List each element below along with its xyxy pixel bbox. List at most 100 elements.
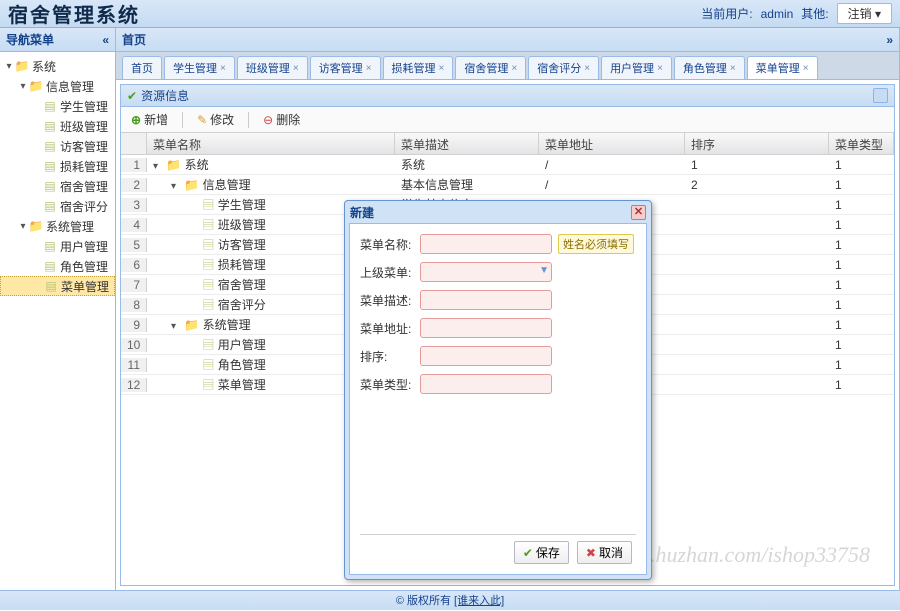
tree-node[interactable]: ▤宿舍管理: [0, 176, 115, 196]
tree-node[interactable]: ▤菜单管理: [0, 276, 115, 296]
tab-close-icon[interactable]: ×: [657, 63, 663, 74]
tree-node[interactable]: ▤宿舍评分: [0, 196, 115, 216]
logout-button[interactable]: 注销 ▾: [837, 3, 892, 24]
input-menu-addr[interactable]: [420, 318, 552, 338]
tab[interactable]: 菜单管理×: [747, 56, 818, 79]
row-toggle-icon[interactable]: ▾: [171, 321, 181, 332]
row-toggle-icon[interactable]: ▾: [153, 161, 163, 172]
tab[interactable]: 角色管理×: [674, 56, 745, 79]
row-number: 3: [121, 198, 147, 212]
app-title: 宿舍管理系统: [8, 0, 140, 28]
tree-label: 菜单管理: [59, 278, 109, 295]
file-icon: ▤: [202, 278, 214, 292]
tree-label: 信息管理: [44, 78, 94, 95]
file-icon: ▤: [202, 238, 214, 252]
tree-label: 系统: [30, 58, 56, 75]
file-icon: ▤: [202, 378, 214, 392]
row-number: 12: [121, 378, 147, 392]
combo-parent-menu[interactable]: [420, 262, 552, 282]
dialog-header[interactable]: 新建 ✕: [345, 201, 651, 223]
col-desc[interactable]: 菜单描述: [395, 133, 539, 154]
footer-link[interactable]: [谁来入此]: [454, 595, 504, 607]
tab-close-icon[interactable]: ×: [293, 63, 299, 74]
new-dialog: 新建 ✕ 菜单名称: 姓名必须填写 上级菜单: ▼ 菜单描述: 菜单地址: 排序…: [344, 200, 652, 580]
tab[interactable]: 宿舍评分×: [528, 56, 599, 79]
tab-label: 宿舍管理: [464, 60, 508, 76]
tab-close-icon[interactable]: ×: [439, 63, 445, 74]
tab-close-icon[interactable]: ×: [366, 63, 372, 74]
file-icon: ▤: [202, 298, 214, 312]
tab[interactable]: 宿舍管理×: [455, 56, 526, 79]
tab[interactable]: 访客管理×: [310, 56, 381, 79]
file-icon: ▤: [202, 258, 214, 272]
col-addr[interactable]: 菜单地址: [539, 133, 685, 154]
tree-toggle-icon[interactable]: ▾: [4, 61, 14, 72]
row-number: 8: [121, 298, 147, 312]
footer: © 版权所有 [谁来入此]: [0, 590, 900, 610]
tree-node[interactable]: ▾📁信息管理: [0, 76, 115, 96]
tree-node[interactable]: ▤访客管理: [0, 136, 115, 156]
tree-toggle-icon[interactable]: ▾: [18, 81, 28, 92]
header-right: 当前用户: admin 其他: 注销 ▾: [701, 3, 892, 24]
tab-close-icon[interactable]: ×: [584, 63, 590, 74]
nav-panel: 导航菜单 « ▾📁系统▾📁信息管理▤学生管理▤班级管理▤访客管理▤损耗管理▤宿舍…: [0, 28, 116, 590]
tab[interactable]: 班级管理×: [237, 56, 308, 79]
tree-label: 宿舍管理: [58, 178, 108, 195]
tab-close-icon[interactable]: ×: [511, 63, 517, 74]
row-number: 1: [121, 158, 147, 172]
row-number: 5: [121, 238, 147, 252]
tab-close-icon[interactable]: ×: [730, 63, 736, 74]
cancel-button[interactable]: ✖取消: [577, 541, 632, 564]
tab[interactable]: 用户管理×: [601, 56, 672, 79]
label-parent: 上级菜单:: [360, 264, 420, 281]
tab[interactable]: 首页: [122, 56, 162, 79]
delete-button[interactable]: ⊖删除: [259, 109, 304, 130]
file-icon: ▤: [42, 159, 58, 173]
tree-node[interactable]: ▤班级管理: [0, 116, 115, 136]
tree-node[interactable]: ▾📁系统: [0, 56, 115, 76]
row-toggle-icon[interactable]: ▾: [171, 181, 181, 192]
nav-tree: ▾📁系统▾📁信息管理▤学生管理▤班级管理▤访客管理▤损耗管理▤宿舍管理▤宿舍评分…: [0, 52, 115, 590]
col-name[interactable]: 菜单名称: [147, 133, 395, 154]
folder-icon: 📁: [184, 178, 199, 192]
folder-icon: 📁: [28, 219, 44, 233]
tab-label: 菜单管理: [756, 60, 800, 76]
cancel-icon: ✖: [586, 546, 596, 560]
tree-node[interactable]: ▤学生管理: [0, 96, 115, 116]
input-menu-type[interactable]: [420, 374, 552, 394]
tree-label: 访客管理: [58, 138, 108, 155]
input-menu-sort[interactable]: [420, 346, 552, 366]
tree-node[interactable]: ▤角色管理: [0, 256, 115, 276]
tab[interactable]: 学生管理×: [164, 56, 235, 79]
file-icon: ▤: [202, 198, 214, 212]
file-icon: ▤: [202, 218, 214, 232]
tree-node[interactable]: ▤用户管理: [0, 236, 115, 256]
label-type: 菜单类型:: [360, 376, 420, 393]
tree-node[interactable]: ▤损耗管理: [0, 156, 115, 176]
edit-button[interactable]: ✎修改: [193, 109, 238, 130]
col-sort[interactable]: 排序: [685, 133, 829, 154]
input-menu-name[interactable]: [420, 234, 552, 254]
nav-collapse-icon[interactable]: «: [102, 28, 109, 52]
folder-icon: 📁: [28, 79, 44, 93]
table-row[interactable]: 1▾ 📁 系统系统/11: [121, 155, 894, 175]
tab-close-icon[interactable]: ×: [803, 63, 809, 74]
content-header: 首页 »: [116, 28, 899, 52]
tab-label: 用户管理: [610, 60, 654, 76]
tab-label: 宿舍评分: [537, 60, 581, 76]
close-icon[interactable]: ✕: [631, 205, 646, 220]
folder-icon: 📁: [184, 318, 199, 332]
add-button[interactable]: ⊕新增: [127, 109, 172, 130]
tree-toggle-icon[interactable]: ▾: [18, 221, 28, 232]
input-menu-desc[interactable]: [420, 290, 552, 310]
file-icon: ▤: [42, 259, 58, 273]
content-collapse-icon[interactable]: »: [886, 28, 893, 51]
file-icon: ▤: [202, 338, 214, 352]
tree-node[interactable]: ▾📁系统管理: [0, 216, 115, 236]
tab-close-icon[interactable]: ×: [220, 63, 226, 74]
save-button[interactable]: ✔保存: [514, 541, 569, 564]
col-type[interactable]: 菜单类型: [829, 133, 894, 154]
tab[interactable]: 损耗管理×: [383, 56, 454, 79]
table-row[interactable]: 2▾ 📁 信息管理基本信息管理/21: [121, 175, 894, 195]
panel-collapse-icon[interactable]: [873, 88, 888, 103]
